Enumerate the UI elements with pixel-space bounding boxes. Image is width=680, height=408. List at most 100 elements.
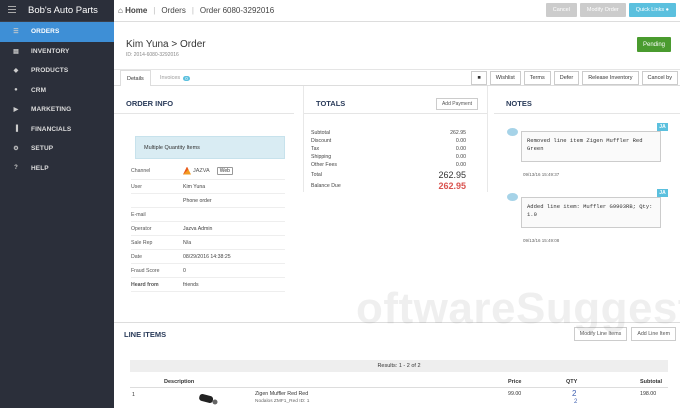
cancel-by-button[interactable]: Cancel by: [641, 71, 678, 85]
sidebar-item-help[interactable]: ? HELP: [0, 159, 114, 179]
notes-heading: NOTES: [494, 86, 680, 114]
chart-icon: ▐: [13, 126, 19, 133]
info-label: Operator: [131, 225, 152, 232]
page-title: Kim Yuna > Order: [126, 39, 206, 50]
question-icon: ?: [14, 165, 18, 172]
breadcrumb-current: Order 6080-3292016: [199, 6, 275, 15]
cancel-button[interactable]: Cancel: [545, 3, 577, 17]
status-badge[interactable]: Pending: [637, 37, 671, 52]
orders-link[interactable]: Orders: [161, 6, 185, 15]
note-initials: JA: [657, 189, 668, 197]
order-info-row: Operator Jazva Admin: [131, 222, 285, 236]
total-row: Total 262.95: [311, 169, 466, 180]
info-value: 08/29/2016 14:38:25: [183, 253, 231, 260]
sidebar-item-financials[interactable]: ▐ FINANCIALS: [0, 120, 114, 140]
sidebar-item-inventory[interactable]: ▤ INVENTORY: [0, 42, 114, 62]
menu-icon[interactable]: [8, 6, 16, 14]
sidebar-item-crm[interactable]: ● CRM: [0, 81, 114, 101]
quick-links-button[interactable]: Quick Links ●: [628, 3, 676, 17]
totals-list: Subtotal 262.95 Discount 0.00 Tax 0.00 Shippin…: [311, 129, 487, 192]
sidebar-item-label: INVENTORY: [31, 47, 70, 55]
sidebar-item-orders[interactable]: ☰ ORDERS: [0, 22, 114, 42]
order-info-row: Heard from friends: [131, 278, 285, 292]
totals-value: 0.00: [455, 138, 466, 144]
row-index: 1: [132, 392, 135, 398]
table-row[interactable]: 1 Zigen Muffler Red Red Nodalos ZMF1_Red…: [130, 389, 668, 408]
megaphone-icon: ▶: [13, 107, 19, 114]
sidebar-item-products[interactable]: ◆ PRODUCTS: [0, 61, 114, 81]
invoice-count-badge: 0: [183, 75, 190, 81]
modify-line-items-button[interactable]: Modify Line Items: [573, 327, 628, 341]
info-label: Fraud Score: [131, 267, 160, 274]
release-inventory-button[interactable]: Release Inventory: [582, 71, 639, 85]
balance-due-label: Balance Due: [311, 183, 341, 189]
brand[interactable]: Bob's Auto Parts: [0, 0, 114, 22]
home-label: Home: [125, 6, 148, 15]
chat-bubble-icon: [507, 193, 518, 201]
users-icon: ●: [14, 87, 18, 94]
totals-rows: Subtotal 262.95 Discount 0.00 Tax 0.00 Shippin…: [311, 129, 487, 169]
balance-due-value: 262.95: [438, 181, 466, 191]
defer-button[interactable]: Defer: [553, 71, 580, 85]
line-items-panel: LINE ITEMS Modify Line Items Add Line It…: [114, 322, 680, 408]
terms-button[interactable]: Terms: [523, 71, 551, 85]
sidebar-item-label: CRM: [31, 86, 47, 94]
totals-panel: TOTALS Add Payment Subtotal 262.95 Discoun…: [303, 86, 488, 192]
tabs-row: Details Invoices 0 ■ Wishlist Terms Defer…: [114, 70, 680, 86]
wishlist-button[interactable]: Wishlist: [489, 71, 521, 85]
line-items-heading: LINE ITEMS: [124, 330, 167, 339]
total-value: 262.95: [438, 169, 466, 180]
chat-button[interactable]: ■: [471, 71, 487, 85]
gear-icon: ⚙: [13, 146, 19, 153]
order-info-row: E-mail: [131, 208, 285, 222]
product-name[interactable]: Zigen Muffler Red Red: [255, 391, 308, 397]
row-subtotal: 198.00: [640, 391, 657, 397]
jazva-logo: JAZVA: [183, 166, 210, 175]
row-qty-shipped: 2: [574, 399, 578, 405]
balance-due-row: Balance Due 262.95: [311, 180, 466, 192]
tab-invoices[interactable]: Invoices 0: [154, 70, 196, 86]
tab-invoices-label: Invoices: [160, 75, 181, 81]
sidebar-item-setup[interactable]: ⚙ SETUP: [0, 139, 114, 159]
add-payment-button[interactable]: Add Payment: [435, 98, 478, 110]
sidebar-item-marketing[interactable]: ▶ MARKETING: [0, 100, 114, 120]
totals-label: Shipping: [311, 154, 332, 160]
totals-row: Other Fees 0.00: [311, 161, 466, 169]
totals-value: 0.00: [455, 146, 466, 152]
sidebar: Bob's Auto Parts ☰ ORDERS ▤ INVENTORY ◆ PRODU…: [0, 0, 114, 408]
note-initials: JA: [657, 123, 668, 131]
line-items-actions: Modify Line Items Add Line Item: [573, 327, 676, 341]
totals-row: Subtotal 262.95: [311, 129, 466, 137]
order-info-row: Fraud Score 0: [131, 264, 285, 278]
order-panels: ORDER INFO Multiple Quantity Items Chann…: [114, 86, 680, 326]
tab-details[interactable]: Details: [120, 70, 151, 86]
add-line-item-button[interactable]: Add Line Item: [631, 327, 676, 341]
sidebar-nav: ☰ ORDERS ▤ INVENTORY ◆ PRODUCTS ● CRM ▶ MARKETING…: [0, 22, 114, 178]
breadcrumb-separator: |: [191, 6, 194, 15]
modify-order-button[interactable]: Modify Order: [579, 3, 626, 17]
breadcrumb: ⌂ Home | Orders | Order 6080-3292016: [114, 6, 274, 15]
info-value: Kim Yuna: [183, 183, 206, 190]
info-label: E-mail: [131, 211, 146, 218]
totals-row: Tax 0.00: [311, 145, 466, 153]
sidebar-item-label: MARKETING: [31, 106, 72, 114]
order-info-row: User Kim Yuna: [131, 180, 285, 194]
info-label: Date: [131, 253, 142, 260]
totals-row: Discount 0.00: [311, 137, 466, 145]
totals-label: Discount: [311, 138, 332, 144]
info-label: User: [131, 183, 142, 190]
info-value: Phone order: [183, 197, 212, 204]
home-link[interactable]: ⌂ Home: [118, 6, 147, 15]
info-value: friends: [183, 281, 199, 288]
totals-row: Shipping 0.00: [311, 153, 466, 161]
inventory-icon: ▤: [13, 48, 19, 55]
channel-label: Channel: [131, 167, 151, 174]
product-sku: Nodalos ZMF1_Red ID: 1: [255, 399, 310, 404]
breadcrumb-separator: |: [153, 6, 156, 15]
order-info-rows: User Kim Yuna Phone order E-mail Operator Jaz…: [114, 180, 294, 292]
order-info-row: Sale Rep N/a: [131, 236, 285, 250]
note-text: Removed line item Zigen Muffler Red Gree…: [521, 131, 661, 162]
column-qty: QTY: [566, 379, 578, 385]
order-info-panel: ORDER INFO Multiple Quantity Items Chann…: [114, 86, 294, 292]
cart-icon: ☰: [13, 29, 19, 36]
